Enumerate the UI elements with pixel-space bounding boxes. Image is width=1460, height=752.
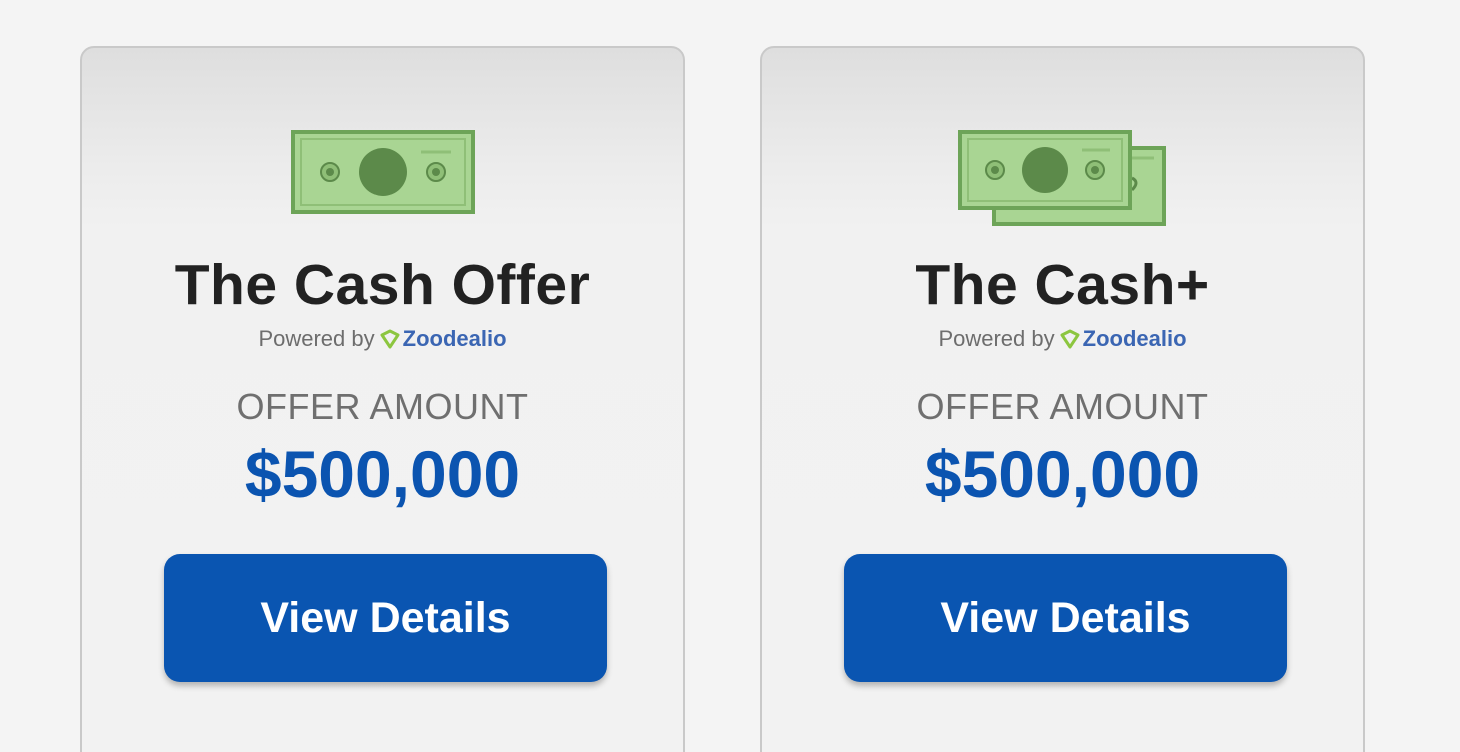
zoodealio-logo-icon: [380, 329, 400, 349]
brand-name: Zoodealio: [402, 326, 507, 351]
offer-amount-label: OFFER AMOUNT: [916, 386, 1209, 427]
powered-by-text: Powered by: [938, 326, 1055, 351]
zoodealio-logo-icon: [1060, 329, 1080, 349]
view-details-button[interactable]: View Details: [844, 554, 1287, 682]
card-title: The Cash+: [915, 253, 1210, 317]
offer-cards-container: The Cash Offer Powered by Zoodealio OFFE…: [0, 0, 1460, 752]
card-title: The Cash Offer: [174, 253, 591, 317]
brand-name: Zoodealio: [1082, 326, 1187, 351]
offer-amount-value: $500,000: [244, 437, 521, 511]
cash-plus-card: The Cash+ Powered by Zoodealio OFFER AMO…: [760, 46, 1365, 752]
powered-by-line: Powered by Zoodealio: [762, 326, 1363, 352]
powered-by-line: Powered by Zoodealio: [82, 326, 683, 352]
view-details-button[interactable]: View Details: [164, 554, 607, 682]
offer-amount-label: OFFER AMOUNT: [236, 386, 529, 427]
offer-amount-value: $500,000: [924, 437, 1201, 511]
cash-bills-stack-icon: [957, 130, 1168, 235]
cash-bill-icon: [290, 130, 475, 219]
cash-offer-card: The Cash Offer Powered by Zoodealio OFFE…: [80, 46, 685, 752]
powered-by-text: Powered by: [258, 326, 375, 351]
